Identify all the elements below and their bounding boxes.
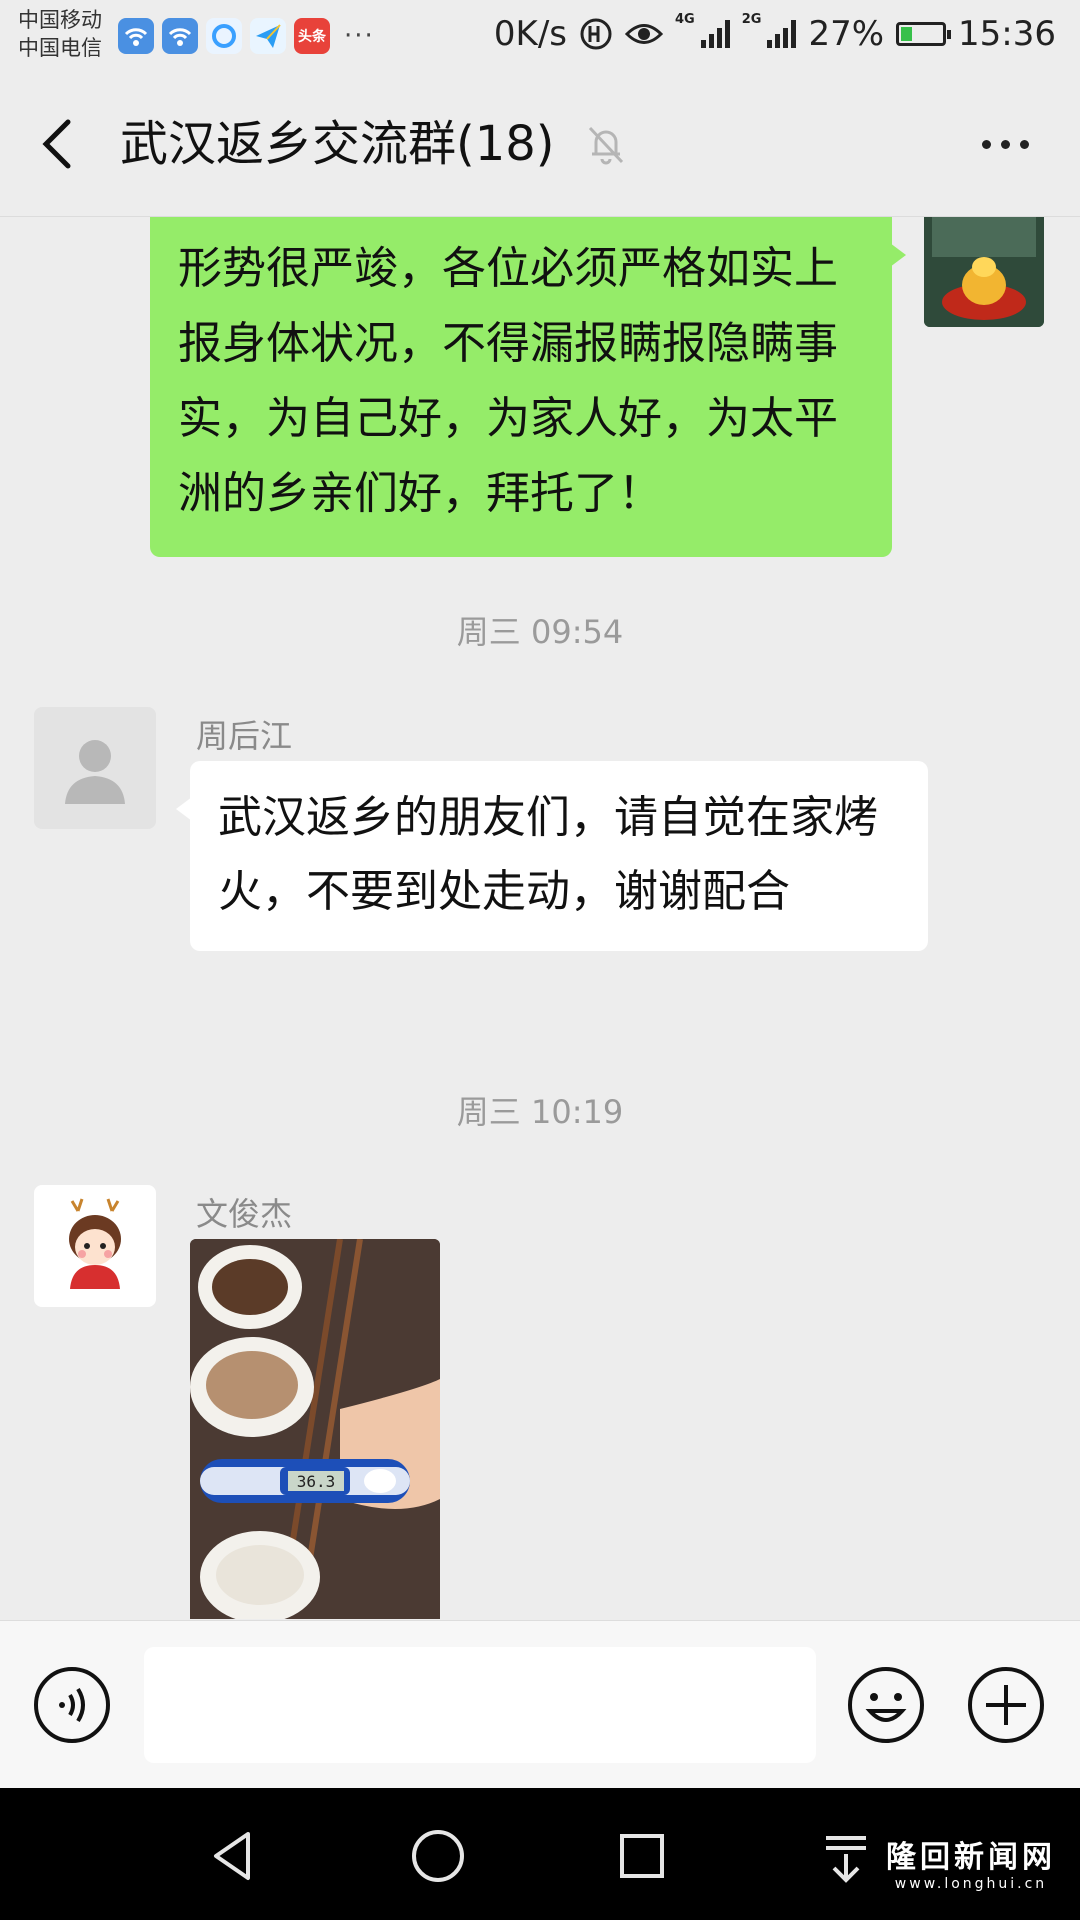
more-notifications-indicator: ··· [344, 21, 375, 51]
message-input[interactable] [144, 1647, 816, 1763]
back-button[interactable] [34, 112, 84, 176]
notification-pull-icon [826, 1836, 866, 1883]
self-avatar[interactable] [924, 217, 1044, 327]
chat-header: 武汉返乡交流群(18) [0, 72, 1080, 217]
message-list[interactable]: 形势很严竣，各位必须严格如实上报身体状况，不得漏报瞒报隐瞒事实，为自己好，为家人… [0, 217, 1080, 1619]
more-dots-icon [981, 139, 991, 149]
paper-plane-icon [250, 18, 286, 54]
back-triangle-icon [214, 1832, 250, 1880]
hd-call-icon [580, 18, 612, 50]
network-tag-2g: 2G [741, 12, 762, 27]
net-speed: 0K/s [493, 14, 567, 54]
voice-button[interactable] [32, 1665, 112, 1745]
message-timestamp: 周三 10:19 [456, 1093, 624, 1131]
carrier-2: 中国电信 [18, 36, 102, 60]
recent-square-icon [620, 1834, 664, 1878]
sender-name: 文俊杰 [196, 1195, 293, 1233]
notification-icons: 头条 ··· [118, 18, 375, 54]
nav-back-button[interactable] [202, 1824, 266, 1888]
sender-name: 周后江 [196, 717, 293, 755]
cartoon-avatar-icon [69, 1198, 121, 1289]
sender-avatar[interactable] [34, 707, 156, 829]
network-tag-4g: 4G [675, 12, 695, 27]
watermark-main: 隆回新闻网 [886, 1840, 1056, 1875]
news-app-icon: 头条 [294, 18, 330, 54]
signal-icon [767, 20, 797, 48]
more-actions-button[interactable] [966, 1665, 1046, 1745]
home-circle-icon [412, 1830, 464, 1882]
status-bar: 中国移动 中国电信 头条 ··· 0K/s 4G 2G 27% 15:36 [0, 0, 1080, 72]
system-nav-bar: 隆回新闻网 www.longhui.cn [0, 1788, 1080, 1920]
more-dots-icon [1019, 139, 1029, 149]
nav-home-button[interactable] [406, 1824, 470, 1888]
more-dots-icon [1000, 139, 1010, 149]
system-indicators: 0K/s 4G 2G 27% 15:36 [493, 12, 1056, 54]
thermometer-reading: 36.3 [297, 1472, 336, 1491]
message-timestamp: 周三 09:54 [456, 613, 624, 651]
default-user-icon [65, 740, 125, 804]
watermark: 隆回新闻网 www.longhui.cn [886, 1832, 1056, 1892]
battery-percent: 27% [808, 14, 885, 54]
nav-notification-button[interactable] [814, 1824, 878, 1888]
bell-off-icon [588, 126, 624, 165]
carrier-labels: 中国移动 中国电信 [18, 6, 102, 62]
incoming-message-bubble[interactable]: 武汉返乡的朋友们，请自觉在家烤火，不要到处走动，谢谢配合 [176, 761, 928, 951]
battery-level-fill [901, 27, 913, 41]
signal-icon [700, 20, 730, 48]
watermark-sub: www.longhui.cn [894, 1876, 1048, 1892]
chevron-left-icon [42, 119, 71, 169]
more-options-button[interactable] [970, 122, 1040, 166]
sender-avatar[interactable] [34, 1185, 156, 1307]
eye-icon [625, 24, 663, 44]
emoji-button[interactable] [846, 1665, 926, 1745]
outgoing-message-bubble[interactable]: 形势很严竣，各位必须严格如实上报身体状况，不得漏报瞒报隐瞒事实，为自己好，为家人… [150, 217, 906, 557]
wifi-hotspot-icon [162, 18, 198, 54]
clock: 15:36 [958, 14, 1056, 54]
chat-title: 武汉返乡交流群(18) [120, 116, 555, 172]
carrier-1: 中国移动 [18, 8, 102, 32]
emoji-icon [848, 1667, 924, 1743]
wifi-hotspot-icon [118, 18, 154, 54]
nav-recents-button[interactable] [610, 1824, 674, 1888]
battery-charging-icon [896, 22, 952, 46]
voice-icon [34, 1667, 110, 1743]
plus-icon [968, 1667, 1044, 1743]
image-message[interactable]: 36.3 [190, 1239, 440, 1619]
news-app-label: 头条 [298, 29, 326, 45]
browser-icon [206, 18, 242, 54]
input-bar [0, 1620, 1080, 1789]
